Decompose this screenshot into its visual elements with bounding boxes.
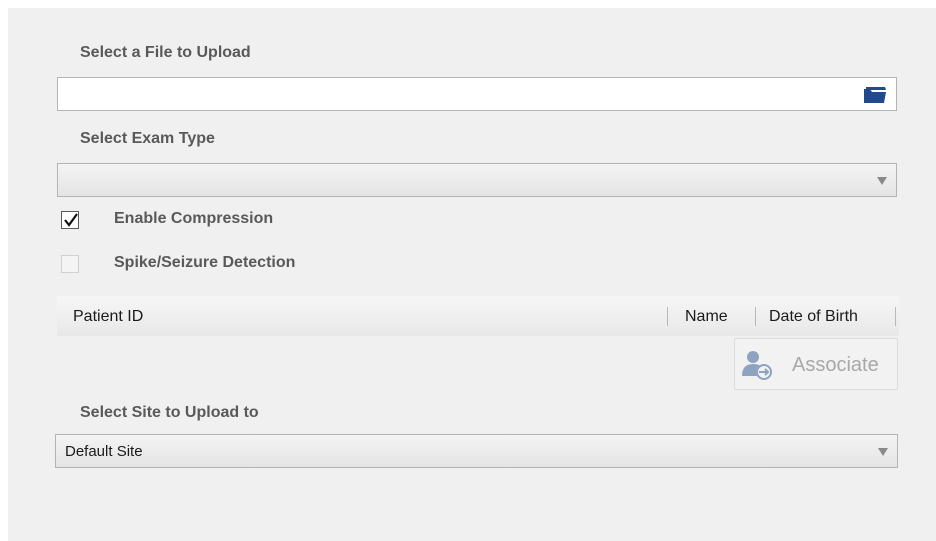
compression-label[interactable]: Enable Compression [114,210,273,228]
exam-type-label: Select Exam Type [80,130,215,147]
file-path-input[interactable] [58,78,858,110]
checkmark-icon [64,213,78,227]
file-path-field[interactable] [57,77,897,111]
column-header-name[interactable]: Name [685,308,728,326]
column-separator[interactable] [667,307,668,326]
spike-detection-checkbox[interactable] [61,255,79,273]
column-header-patient-id[interactable]: Patient ID [73,308,143,326]
dropdown-arrow-icon [877,177,887,185]
user-associate-icon [741,349,775,381]
site-label: Select Site to Upload to [80,404,259,421]
column-separator[interactable] [895,307,896,326]
compression-checkbox[interactable] [61,211,79,229]
patient-table-header: Patient ID Name Date of Birth [57,296,899,336]
column-header-date-of-birth[interactable]: Date of Birth [769,308,858,326]
column-separator[interactable] [755,307,756,326]
spike-detection-label[interactable]: Spike/Seizure Detection [114,254,295,272]
associate-button-label: Associate [792,354,879,376]
site-select[interactable]: Default Site [55,434,898,468]
associate-button[interactable]: Associate [734,338,898,390]
exam-type-select[interactable] [57,163,897,197]
folder-open-icon[interactable] [863,86,887,104]
site-select-value: Default Site [65,443,143,460]
dropdown-arrow-icon [878,448,888,456]
file-upload-label: Select a File to Upload [80,44,251,61]
